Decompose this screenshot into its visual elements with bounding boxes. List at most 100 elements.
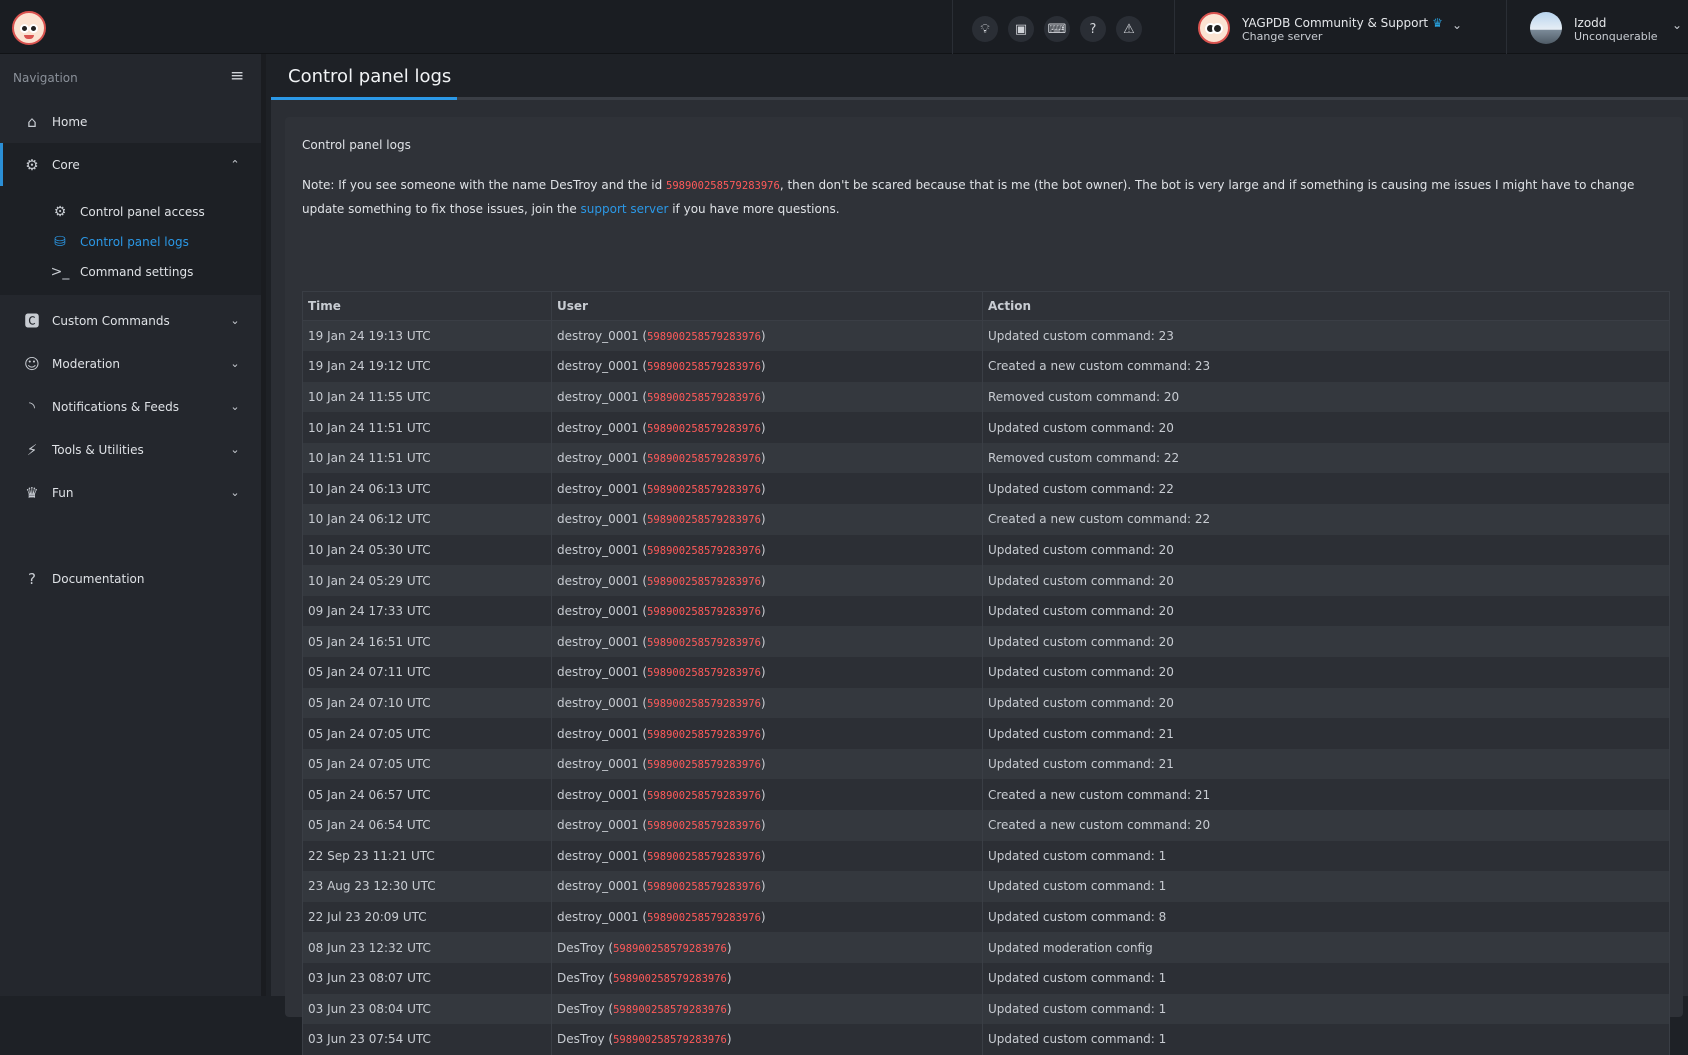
cell-time: 05 Jan 24 07:11 UTC	[302, 657, 552, 688]
cell-time: 03 Jun 23 07:54 UTC	[302, 1024, 552, 1055]
cell-user: destroy_0001 (598900258579283976)	[551, 779, 983, 810]
user-name: destroy_0001	[557, 542, 639, 557]
cell-user: destroy_0001 (598900258579283976)	[551, 412, 983, 443]
help-icon[interactable]: ?	[1080, 16, 1106, 42]
user-id: 598900258579283976	[647, 575, 761, 588]
table-row: 03 Jun 23 07:54 UTC DesTroy (598900258579…	[302, 1024, 1670, 1055]
sidebar-item-documentation[interactable]: ? Documentation	[0, 557, 261, 600]
support-server-link[interactable]: support server	[581, 202, 669, 216]
user-name: destroy_0001	[557, 329, 639, 344]
sidebar-item-label: Control panel access	[80, 205, 205, 219]
sidebar-item-command-settings[interactable]: >_ Command settings	[0, 256, 261, 288]
sidebar-item-core[interactable]: ⚙︎ Core ⌃	[0, 143, 261, 186]
user-id: 598900258579283976	[647, 391, 761, 404]
user-id: 598900258579283976	[647, 606, 761, 619]
user-id: 598900258579283976	[647, 881, 761, 894]
cell-action: Updated custom command: 20	[982, 687, 1670, 719]
gears-icon: ⚙︎	[25, 155, 39, 174]
sidebar-item-label: Fun	[52, 485, 74, 500]
chevron-down-icon[interactable]: ⌄	[1452, 18, 1462, 32]
user-name: destroy_0001	[557, 665, 639, 680]
cell-action: Updated custom command: 1	[982, 962, 1670, 994]
cell-user: destroy_0001 (598900258579283976)	[551, 595, 983, 627]
user-menu[interactable]: Izodd Unconquerable ⌄	[1530, 12, 1688, 44]
chevron-down-icon: ⌄	[230, 400, 240, 413]
sidebar-item-notifications-feeds[interactable]: ◝ Notifications & Feeds ⌄	[0, 385, 261, 428]
lightbulb-icon[interactable]: 💡︎	[972, 16, 998, 42]
cell-action: Updated moderation config	[982, 932, 1670, 963]
owner-note: Note: If you see someone with the name D…	[302, 178, 1635, 216]
cell-time: 05 Jan 24 07:05 UTC	[302, 718, 552, 749]
cell-action: Removed custom command: 20	[982, 381, 1670, 413]
cell-user: destroy_0001 (598900258579283976)	[551, 626, 983, 658]
table-row: 19 Jan 24 19:13 UTC destroy_0001 (5989002…	[302, 320, 1670, 352]
sidebar-item-label: Documentation	[52, 571, 145, 586]
warning-icon[interactable]: ⚠︎	[1116, 16, 1142, 42]
user-id: 598900258579283976	[647, 697, 761, 710]
logs-table-body: 19 Jan 24 19:13 UTC destroy_0001 (5989002…	[302, 320, 1670, 1055]
top-icon-group: 💡︎ ▣ ⌨︎ ? ⚠︎	[972, 16, 1142, 42]
cell-user: DesTroy (598900258579283976)	[551, 962, 983, 994]
sidebar-item-custom-commands[interactable]: 🅲︎ Custom Commands ⌄	[0, 299, 261, 342]
table-row: 10 Jan 24 06:12 UTC destroy_0001 (5989002…	[302, 504, 1670, 535]
cell-time: 03 Jun 23 08:04 UTC	[302, 993, 552, 1025]
cell-user: destroy_0001 (598900258579283976)	[551, 657, 983, 688]
hamburger-menu-icon[interactable]: ≡	[230, 66, 244, 86]
cell-action: Updated custom command: 20	[982, 565, 1670, 596]
nav-header-label: Navigation	[13, 71, 78, 85]
table-row: 05 Jan 24 07:11 UTC destroy_0001 (5989002…	[302, 657, 1670, 688]
cell-time: 23 Aug 23 12:30 UTC	[302, 871, 552, 902]
sidebar-item-control-panel-logs[interactable]: ⛁ Control panel logs	[0, 226, 261, 258]
table-row: 22 Jul 23 20:09 UTC destroy_0001 (5989002…	[302, 901, 1670, 933]
cell-time: 19 Jan 24 19:13 UTC	[302, 320, 552, 352]
user-subtitle: Unconquerable	[1574, 30, 1658, 43]
sidebar-item-fun[interactable]: ♛ Fun ⌄	[0, 471, 261, 514]
cell-time: 10 Jan 24 05:29 UTC	[302, 565, 552, 596]
keyboard-icon[interactable]: ⌨︎	[1044, 16, 1070, 42]
table-row: 03 Jun 23 08:04 UTC DesTroy (598900258579…	[302, 993, 1670, 1025]
cell-user: destroy_0001 (598900258579283976)	[551, 534, 983, 566]
yagpdb-logo[interactable]	[12, 11, 46, 45]
sidebar-item-control-panel-access[interactable]: ⚙︎ Control panel access	[0, 196, 261, 228]
user-name: destroy_0001	[557, 879, 639, 894]
user-id: 598900258579283976	[647, 483, 761, 496]
table-row: 19 Jan 24 19:12 UTC destroy_0001 (5989002…	[302, 351, 1670, 382]
table-row: 05 Jan 24 07:10 UTC destroy_0001 (5989002…	[302, 687, 1670, 719]
user-name: destroy_0001	[557, 634, 639, 649]
cell-user: destroy_0001 (598900258579283976)	[551, 381, 983, 413]
user-id: 598900258579283976	[613, 1003, 727, 1016]
user-name: destroy_0001	[557, 695, 639, 710]
user-id: 598900258579283976	[647, 728, 761, 741]
user-name: DesTroy	[557, 1032, 605, 1047]
cell-time: 03 Jun 23 08:07 UTC	[302, 962, 552, 994]
page-header: Control panel logs	[271, 54, 1688, 100]
cell-action: Updated custom command: 1	[982, 840, 1670, 872]
table-row: 10 Jan 24 11:51 UTC destroy_0001 (5989002…	[302, 412, 1670, 443]
cell-time: 08 Jun 23 12:32 UTC	[302, 932, 552, 963]
column-header-user: User	[551, 291, 983, 321]
avatar	[1530, 12, 1562, 44]
cell-user: destroy_0001 (598900258579283976)	[551, 901, 983, 933]
chevron-down-icon: ⌄	[230, 357, 240, 370]
sidebar-item-label: Command settings	[80, 265, 194, 279]
sidebar-item-home[interactable]: ⌂ Home	[0, 100, 261, 143]
cell-action: Updated custom command: 20	[982, 657, 1670, 688]
user-id: 598900258579283976	[647, 850, 761, 863]
cell-time: 10 Jan 24 11:55 UTC	[302, 381, 552, 413]
sidebar-item-tools-utilities[interactable]: ⚡︎ Tools & Utilities ⌄	[0, 428, 261, 471]
table-row: 05 Jan 24 06:54 UTC destroy_0001 (5989002…	[302, 810, 1670, 841]
user-name: destroy_0001	[557, 573, 639, 588]
cell-user: destroy_0001 (598900258579283976)	[551, 840, 983, 872]
sidebar-item-moderation[interactable]: ☺︎ Moderation ⌄	[0, 342, 261, 385]
title-underline	[271, 97, 457, 100]
cell-user: destroy_0001 (598900258579283976)	[551, 810, 983, 841]
server-selector[interactable]: YAGPDB Community & Support ♛ Change serve…	[1198, 12, 1468, 44]
chevron-down-icon: ⌄	[230, 486, 240, 499]
chat-icon[interactable]: ▣	[1008, 16, 1034, 42]
sidebar-item-label: Home	[52, 114, 88, 129]
crown-icon: ♛	[1432, 16, 1443, 30]
cell-time: 10 Jan 24 05:30 UTC	[302, 534, 552, 566]
chevron-down-icon[interactable]: ⌄	[1672, 18, 1682, 32]
sidebar-item-label: Moderation	[52, 356, 120, 371]
divider	[1174, 0, 1175, 54]
